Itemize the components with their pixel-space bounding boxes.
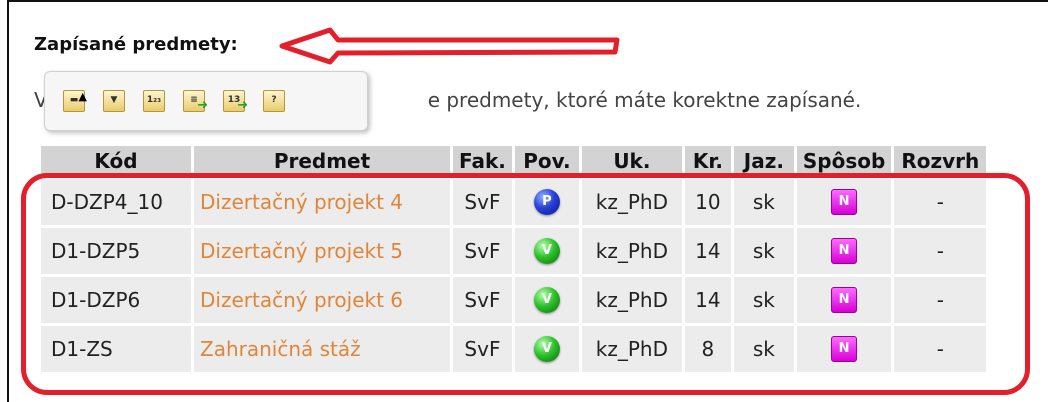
cell-type: V: [514, 326, 579, 372]
method-badge-icon: N: [831, 238, 858, 265]
optional-badge-icon: V: [533, 336, 560, 363]
cell-schedule: -: [894, 326, 987, 372]
col-header-credits[interactable]: Kr.: [684, 146, 731, 176]
subject-link[interactable]: Zahraničná stáž: [194, 326, 450, 372]
cell-credits: 14: [684, 277, 731, 323]
export-numbered-icon[interactable]: 13 ➜: [223, 90, 248, 112]
table-row: D1-DZP6 Dizertačný projekt 6 SvF V kz_Ph…: [41, 277, 987, 323]
cell-faculty: SvF: [453, 179, 512, 225]
cell-completion: kz_PhD: [581, 326, 682, 372]
subject-link[interactable]: Dizertačný projekt 4: [194, 179, 450, 225]
table-row: D1-ZS Zahraničná stáž SvF V kz_PhD 8 sk …: [41, 326, 987, 372]
cell-method: N: [796, 228, 892, 274]
method-badge-icon: N: [831, 336, 858, 363]
cell-language: sk: [733, 277, 794, 323]
cell-type: V: [514, 277, 579, 323]
cell-faculty: SvF: [453, 228, 512, 274]
method-badge-icon: N: [831, 287, 858, 314]
cell-code: D1-ZS: [41, 326, 191, 372]
cell-type: V: [514, 228, 579, 274]
cell-method: N: [796, 179, 892, 225]
cell-credits: 8: [684, 326, 731, 372]
col-header-language[interactable]: Jaz.: [733, 146, 794, 176]
filter-icon[interactable]: ▼: [103, 90, 125, 112]
cell-schedule: -: [894, 179, 987, 225]
col-header-schedule[interactable]: Rozvrh: [894, 146, 987, 176]
table-header-row: Kód Predmet Fak. Pov. Uk. Kr. Jaz. Spôso…: [41, 146, 987, 176]
number-list-icon[interactable]: 1₂₃: [143, 90, 165, 112]
table-row: D1-DZP5 Dizertačný projekt 5 SvF V kz_Ph…: [41, 228, 987, 274]
subject-link[interactable]: Dizertačný projekt 5: [194, 228, 450, 274]
section-title: Zapísané predmety:: [34, 34, 238, 55]
col-header-completion[interactable]: Uk.: [581, 146, 682, 176]
table-toolbar: ▲ ▬ ▼ 1₂₃ ≡ ➜ 13 ➜ ?: [44, 71, 368, 131]
cell-completion: kz_PhD: [581, 277, 682, 323]
optional-badge-icon: V: [533, 287, 560, 314]
cell-type: P: [514, 179, 579, 225]
col-header-method[interactable]: Spôsob: [796, 146, 892, 176]
export-icon[interactable]: ≡ ➜: [183, 90, 208, 112]
help-icon[interactable]: ?: [263, 90, 285, 112]
subject-link[interactable]: Dizertačný projekt 6: [194, 277, 450, 323]
cell-method: N: [796, 277, 892, 323]
sort-icon[interactable]: ▲ ▬: [63, 90, 87, 112]
cell-method: N: [796, 326, 892, 372]
cell-credits: 14: [684, 228, 731, 274]
cell-completion: kz_PhD: [581, 179, 682, 225]
cell-code: D1-DZP5: [41, 228, 191, 274]
cell-code: D-DZP4_10: [41, 179, 191, 225]
intro-text-rest: e predmety, ktoré máte korektne zapísané…: [427, 88, 862, 112]
col-header-code[interactable]: Kód: [41, 146, 191, 176]
cell-credits: 10: [684, 179, 731, 225]
enrolled-subjects-table: Kód Predmet Fak. Pov. Uk. Kr. Jaz. Spôso…: [38, 143, 989, 375]
cell-faculty: SvF: [453, 326, 512, 372]
compulsory-badge-icon: P: [533, 189, 560, 216]
col-header-type[interactable]: Pov.: [514, 146, 579, 176]
method-badge-icon: N: [831, 189, 858, 216]
cell-completion: kz_PhD: [581, 228, 682, 274]
table-row: D-DZP4_10 Dizertačný projekt 4 SvF P kz_…: [41, 179, 987, 225]
cell-language: sk: [733, 326, 794, 372]
optional-badge-icon: V: [533, 238, 560, 265]
col-header-faculty[interactable]: Fak.: [453, 146, 512, 176]
cell-schedule: -: [894, 277, 987, 323]
cell-schedule: -: [894, 228, 987, 274]
col-header-subject[interactable]: Predmet: [194, 146, 450, 176]
cell-language: sk: [733, 228, 794, 274]
cell-faculty: SvF: [453, 277, 512, 323]
cell-language: sk: [733, 179, 794, 225]
cell-code: D1-DZP6: [41, 277, 191, 323]
